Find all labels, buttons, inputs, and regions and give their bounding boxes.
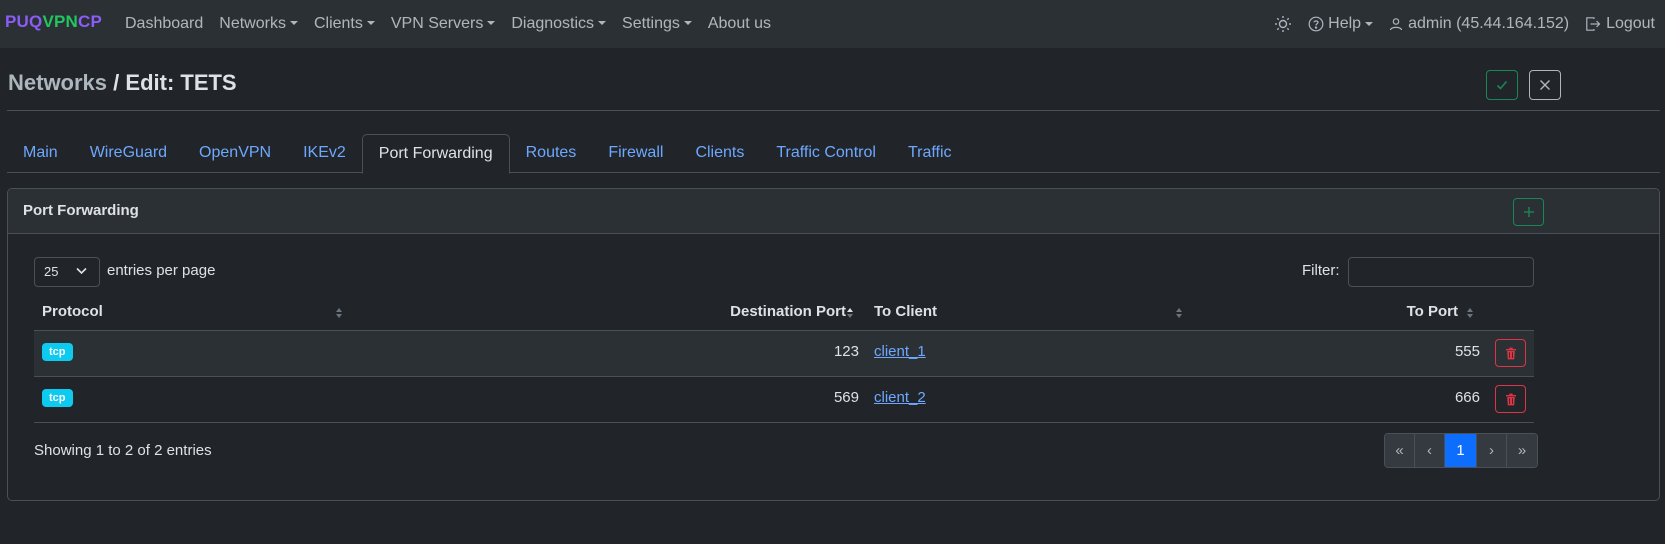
top-navbar: PUQVPNCP Dashboard Networks Clients VPN …: [0, 0, 1665, 48]
check-icon: [1496, 80, 1508, 90]
logout-icon: [1586, 17, 1601, 31]
filter-input[interactable]: [1348, 257, 1534, 287]
pagination: « ‹ 1 › »: [1384, 433, 1538, 468]
nav-dashboard[interactable]: Dashboard: [125, 15, 203, 33]
trash-icon: [1505, 393, 1516, 405]
trash-icon: [1505, 347, 1516, 359]
close-icon: [1540, 80, 1550, 90]
destination-port-cell: 569: [833, 389, 859, 406]
nav-networks[interactable]: Networks: [219, 15, 298, 33]
client-link[interactable]: client_1: [874, 343, 926, 360]
brand-part-2: VPN: [42, 12, 79, 31]
delete-rule-button[interactable]: [1495, 385, 1526, 413]
nav-vpn-servers[interactable]: VPN Servers: [391, 15, 495, 33]
tab-openvpn[interactable]: OpenVPN: [183, 134, 287, 173]
pagination-first[interactable]: «: [1385, 434, 1415, 467]
table-header-row: Protocol Destination Port To Client To P…: [34, 293, 1534, 331]
filter-label: Filter:: [1302, 262, 1340, 279]
per-page-value: 25: [44, 264, 59, 279]
user-label: admin (45.44.164.152): [1408, 15, 1570, 32]
tab-clients[interactable]: Clients: [679, 134, 760, 173]
user-account-link[interactable]: admin (45.44.164.152): [1389, 15, 1569, 33]
cancel-button[interactable]: [1529, 70, 1561, 100]
tab-traffic-control[interactable]: Traffic Control: [760, 134, 892, 173]
breadcrumb-separator: /: [107, 70, 126, 95]
port-forwarding-table: Protocol Destination Port To Client To P…: [34, 293, 1534, 423]
sort-ascending-icon[interactable]: [846, 305, 854, 321]
to-port-cell: 666: [1454, 389, 1480, 406]
pagination-last[interactable]: »: [1507, 434, 1537, 467]
help-menu[interactable]: Help: [1308, 15, 1373, 33]
brand-part-3: CP: [78, 12, 103, 31]
main-menu: Dashboard Networks Clients VPN Servers D…: [125, 0, 787, 48]
plus-icon: [1523, 207, 1534, 217]
column-header-protocol[interactable]: Protocol: [42, 303, 103, 320]
tab-ikev2[interactable]: IKEv2: [287, 134, 362, 173]
sort-icon[interactable]: [335, 305, 343, 321]
entries-per-page-select[interactable]: 25: [34, 257, 100, 287]
nav-settings[interactable]: Settings: [622, 15, 692, 33]
breadcrumb-networks[interactable]: Networks: [8, 70, 107, 95]
entries-per-page-label: entries per page: [107, 262, 216, 279]
sort-icon[interactable]: [1175, 305, 1183, 321]
user-menu: Help admin (45.44.164.152) Logout: [1258, 0, 1655, 48]
person-icon: [1389, 18, 1403, 31]
nav-diagnostics[interactable]: Diagnostics: [511, 15, 606, 33]
table-row: tcp 123 client_1 555: [34, 331, 1534, 377]
tab-routes[interactable]: Routes: [510, 134, 593, 173]
theme-toggle-button[interactable]: [1274, 15, 1292, 33]
chevron-down-icon: [76, 267, 87, 275]
delete-rule-button[interactable]: [1495, 339, 1526, 367]
table-info: Showing 1 to 2 of 2 entries: [34, 442, 212, 459]
tab-main[interactable]: Main: [7, 134, 74, 173]
table-row: tcp 569 client_2 666: [34, 377, 1534, 423]
tab-traffic[interactable]: Traffic: [892, 134, 968, 173]
network-tabs: Main WireGuard OpenVPN IKEv2 Port Forwar…: [7, 134, 1660, 174]
brand-logo[interactable]: PUQVPNCP: [5, 12, 102, 32]
column-header-to-port[interactable]: To Port: [1407, 303, 1458, 320]
nav-about-us[interactable]: About us: [708, 15, 771, 33]
to-port-cell: 555: [1454, 343, 1480, 360]
client-link[interactable]: client_2: [874, 389, 926, 406]
question-circle-icon: [1308, 16, 1324, 32]
tab-wireguard[interactable]: WireGuard: [74, 134, 183, 173]
tab-port-forwarding[interactable]: Port Forwarding: [361, 134, 510, 174]
sun-icon: [1275, 16, 1292, 32]
logout-link[interactable]: Logout: [1585, 15, 1655, 33]
brand-part-1: PUQ: [5, 12, 43, 31]
help-label: Help: [1328, 15, 1362, 32]
protocol-badge: tcp: [42, 389, 73, 407]
destination-port-cell: 123: [833, 343, 859, 360]
add-rule-button[interactable]: [1513, 198, 1544, 226]
tab-firewall[interactable]: Firewall: [592, 134, 679, 173]
header-divider: [7, 110, 1660, 111]
card-title: Port Forwarding: [23, 202, 139, 219]
sort-icon[interactable]: [1466, 305, 1474, 321]
pagination-page-1[interactable]: 1: [1445, 434, 1477, 467]
nav-clients[interactable]: Clients: [314, 15, 375, 33]
port-forwarding-card: Port Forwarding 25 entries per page Filt…: [7, 188, 1660, 501]
page-heading: Edit: TETS: [125, 70, 237, 95]
column-header-to-client[interactable]: To Client: [874, 303, 937, 320]
card-header: Port Forwarding: [8, 189, 1659, 234]
pagination-prev[interactable]: ‹: [1415, 434, 1445, 467]
logout-label: Logout: [1606, 15, 1655, 32]
page-title: Networks / Edit: TETS: [8, 70, 237, 96]
pagination-next[interactable]: ›: [1477, 434, 1507, 467]
save-button[interactable]: [1486, 70, 1518, 100]
column-header-destination-port[interactable]: Destination Port: [730, 303, 846, 320]
protocol-badge: tcp: [42, 343, 73, 361]
